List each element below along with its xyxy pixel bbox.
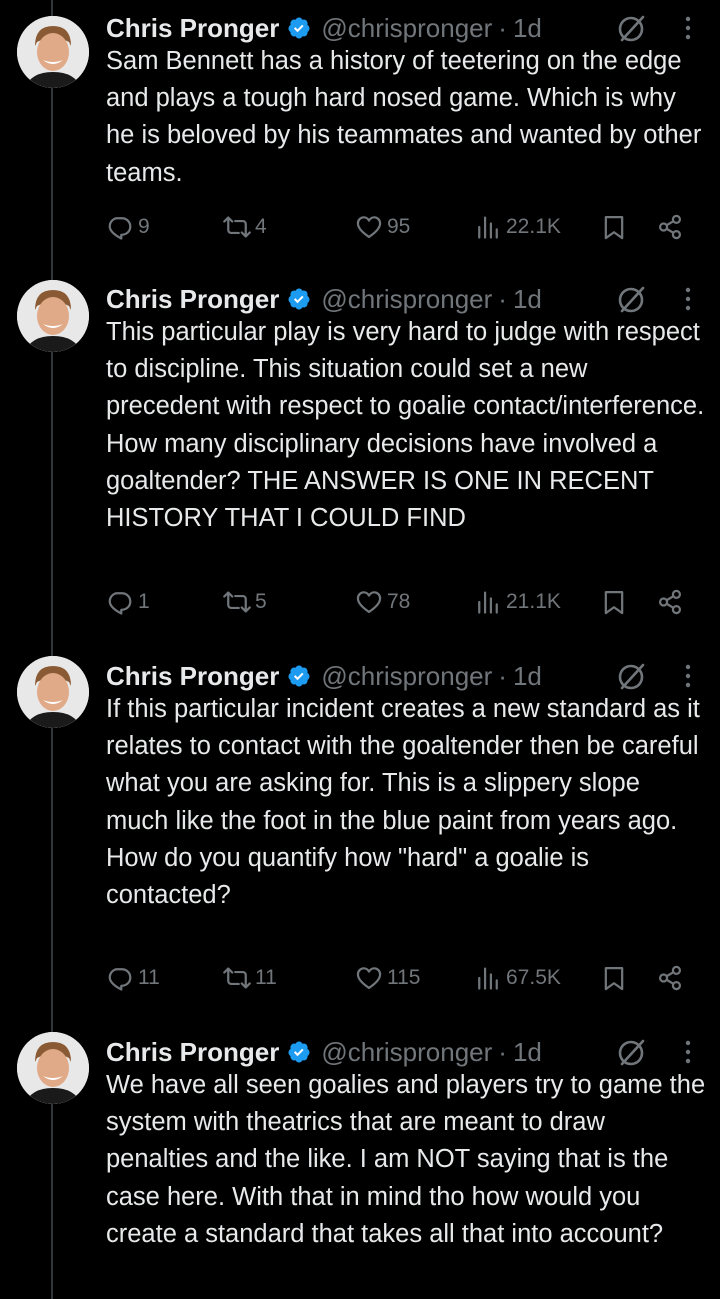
repost-count: 4 — [255, 215, 267, 238]
like-count: 95 — [387, 215, 411, 238]
bookmark-icon — [604, 590, 624, 615]
time-separator: · — [498, 1036, 507, 1067]
bookmark-button[interactable] — [600, 958, 628, 998]
avatar-image — [17, 16, 89, 88]
author-handle[interactable]: @chrispronger — [321, 284, 492, 315]
time-separator: · — [498, 12, 507, 43]
author-handle[interactable]: @chrispronger — [321, 13, 492, 44]
like-icon — [356, 216, 382, 239]
tweet-timestamp[interactable]: 1d — [513, 13, 542, 44]
more-options-icon[interactable] — [676, 283, 700, 315]
reply-icon — [108, 217, 132, 240]
like-count: 115 — [387, 966, 421, 989]
reply-button[interactable]: 9 — [106, 207, 150, 247]
time-separator: · — [498, 660, 507, 691]
reply-count: 1 — [138, 590, 150, 613]
avatar-image — [17, 656, 89, 728]
views-icon — [478, 967, 498, 990]
time-separator: · — [498, 283, 507, 314]
tweet-timestamp[interactable]: 1d — [513, 1037, 542, 1068]
share-icon — [658, 214, 682, 240]
tweet-text: Sam Bennett has a history of teetering o… — [106, 47, 702, 187]
grok-icon[interactable] — [616, 283, 648, 315]
reply-button[interactable]: 11 — [106, 958, 160, 998]
views-count: 21.1K — [506, 590, 561, 613]
tweet-actions: 11 11 115 67.5K — [106, 958, 696, 998]
repost-button[interactable]: 11 — [223, 958, 277, 998]
like-icon — [356, 591, 382, 614]
tweet-header: Chris Pronger @chrispronger · 1d — [106, 279, 542, 319]
thread-line — [51, 0, 53, 1299]
avatar[interactable] — [17, 16, 89, 88]
share-button[interactable] — [656, 582, 684, 622]
tweet-timestamp[interactable]: 1d — [513, 661, 542, 692]
more-options-icon[interactable] — [676, 1036, 700, 1068]
bookmark-button[interactable] — [600, 207, 628, 247]
author-handle[interactable]: @chrispronger — [321, 1037, 492, 1068]
verified-badge-icon — [288, 1041, 310, 1063]
avatar[interactable] — [17, 656, 89, 728]
repost-button[interactable]: 5 — [223, 582, 267, 622]
verified-badge-icon — [288, 665, 310, 687]
like-count: 78 — [387, 590, 411, 613]
reply-count: 11 — [138, 966, 160, 989]
verified-badge-icon — [288, 288, 310, 310]
tweet-header: Chris Pronger @chrispronger · 1d — [106, 1032, 542, 1072]
views-icon — [478, 216, 498, 239]
repost-icon — [223, 216, 251, 238]
tweet-header: Chris Pronger @chrispronger · 1d — [106, 8, 542, 48]
repost-icon — [223, 967, 251, 989]
bookmark-icon — [604, 966, 624, 991]
reply-icon — [108, 592, 132, 615]
share-button[interactable] — [656, 958, 684, 998]
bookmark-button[interactable] — [600, 582, 628, 622]
views-icon — [478, 591, 498, 614]
author-name[interactable]: Chris Pronger — [106, 284, 279, 315]
more-options-icon[interactable] — [676, 660, 700, 692]
avatar[interactable] — [17, 1032, 89, 1104]
repost-count: 11 — [255, 966, 277, 989]
views-button[interactable]: 22.1K — [474, 207, 561, 247]
views-count: 22.1K — [506, 215, 561, 238]
like-button[interactable]: 115 — [355, 958, 420, 998]
tweet-timestamp[interactable]: 1d — [513, 284, 542, 315]
author-name[interactable]: Chris Pronger — [106, 13, 279, 44]
repost-count: 5 — [255, 590, 267, 613]
views-button[interactable]: 67.5K — [474, 958, 561, 998]
repost-button[interactable]: 4 — [223, 207, 267, 247]
reply-count: 9 — [138, 215, 150, 238]
author-handle[interactable]: @chrispronger — [321, 661, 492, 692]
tweet-text: This particular play is very hard to jud… — [106, 318, 705, 533]
like-icon — [356, 967, 382, 990]
share-button[interactable] — [656, 207, 684, 247]
grok-icon[interactable] — [616, 660, 648, 692]
author-name[interactable]: Chris Pronger — [106, 1037, 279, 1068]
like-button[interactable]: 78 — [355, 582, 410, 622]
like-button[interactable]: 95 — [355, 207, 410, 247]
tweet-header: Chris Pronger @chrispronger · 1d — [106, 656, 542, 696]
avatar[interactable] — [17, 280, 89, 352]
more-options-icon[interactable] — [676, 12, 700, 44]
tweet-actions: 9 4 95 22.1K — [106, 207, 696, 247]
reply-icon — [108, 968, 132, 991]
share-icon — [658, 589, 682, 615]
grok-icon[interactable] — [616, 12, 648, 44]
tweet-text: We have all seen goalies and players try… — [106, 1071, 706, 1248]
views-button[interactable]: 21.1K — [474, 582, 561, 622]
grok-icon[interactable] — [616, 1036, 648, 1068]
author-name[interactable]: Chris Pronger — [106, 661, 279, 692]
tweet-text: If this particular incident creates a ne… — [106, 695, 700, 910]
tweet-actions: 1 5 78 21.1K — [106, 582, 696, 622]
avatar-image — [17, 1032, 89, 1104]
avatar-image — [17, 280, 89, 352]
reply-button[interactable]: 1 — [106, 582, 150, 622]
repost-icon — [223, 591, 251, 613]
share-icon — [658, 965, 682, 991]
bookmark-icon — [604, 215, 624, 240]
views-count: 67.5K — [506, 966, 561, 989]
verified-badge-icon — [288, 17, 310, 39]
